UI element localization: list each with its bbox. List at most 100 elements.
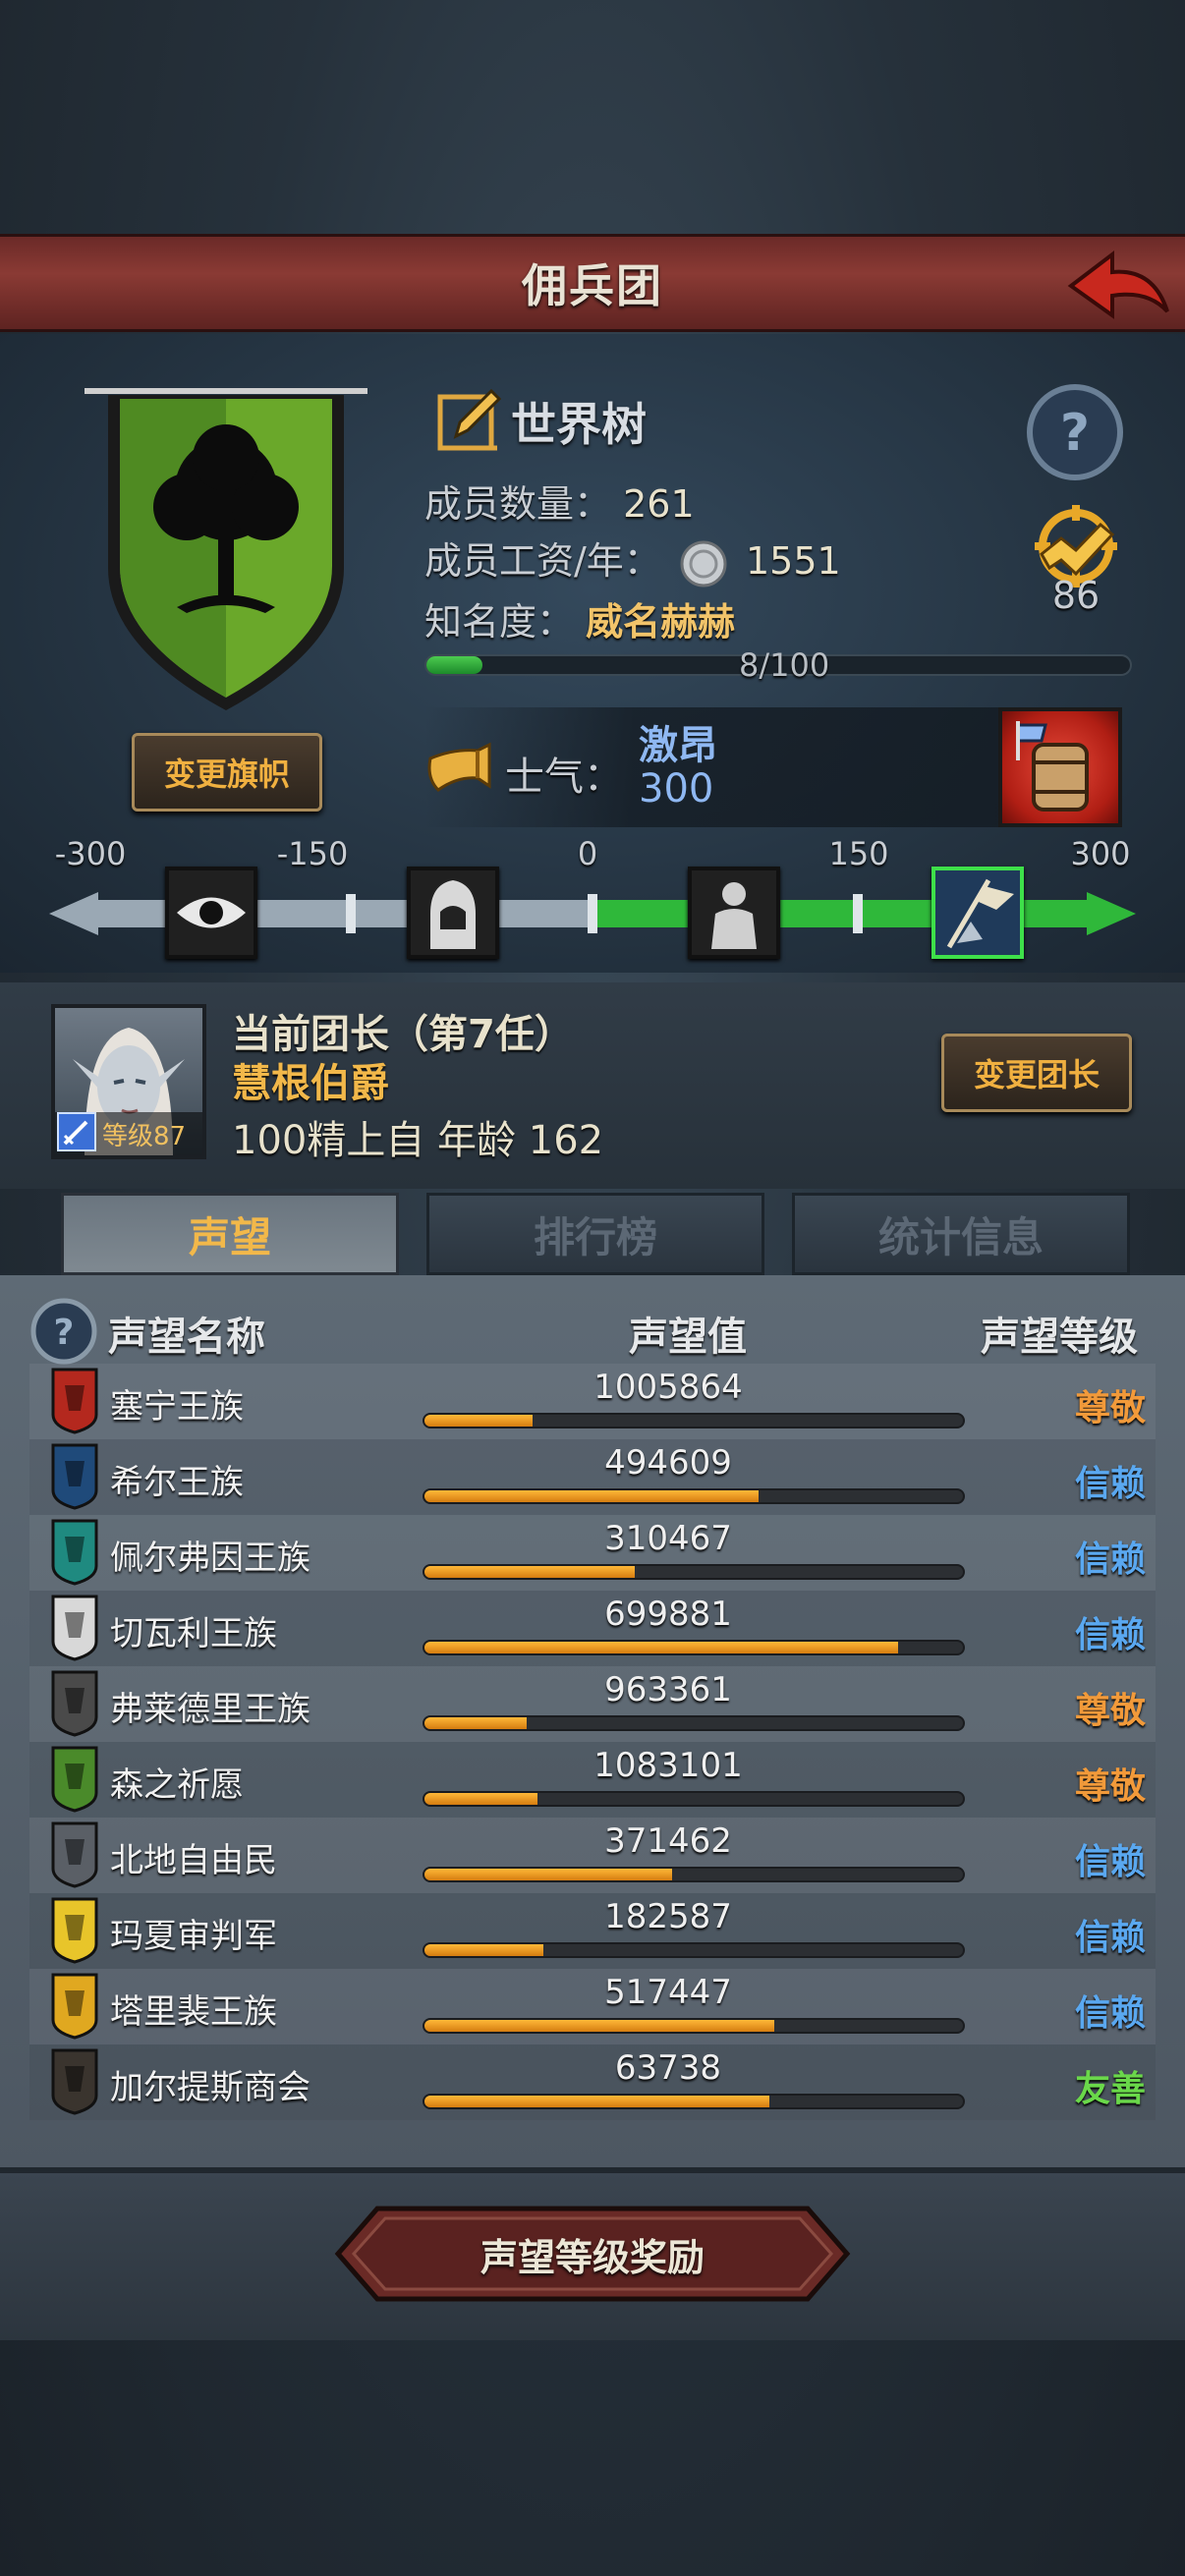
members-row: 成员数量： 261 — [424, 474, 695, 528]
reputation-row[interactable]: 弗莱德里王族 963361 尊敬 — [29, 1666, 1156, 1742]
reputation-row[interactable]: 北地自由民 371462 信赖 — [29, 1818, 1156, 1893]
guild-banner-icon[interactable] — [79, 381, 373, 715]
faction-name: 切瓦利王族 — [110, 1614, 277, 1653]
reputation-row[interactable]: 希尔王族 494609 信赖 — [29, 1439, 1156, 1515]
reputation-reward-button[interactable]: 声望等级奖励 — [334, 2205, 851, 2303]
svg-text:?: ? — [54, 1313, 75, 1353]
change-flag-button[interactable]: 变更旗帜 — [132, 733, 322, 812]
reputation-value: 182587 — [604, 1897, 732, 1936]
reputation-bar-fill — [424, 1717, 528, 1729]
guild-panel: 变更旗帜 世界树 ? 成员数量： 261 成员工资/年： 1551 知名度： 威… — [0, 334, 1185, 973]
morale-label: 士气： — [505, 755, 623, 800]
barrel-icon — [1016, 721, 1089, 812]
faction-name: 希尔王族 — [110, 1463, 244, 1502]
reputation-bar — [423, 1867, 965, 1882]
scale-label-neg150: -150 — [276, 835, 349, 872]
wage-label: 成员工资/年： — [424, 539, 661, 583]
reputation-value: 1005864 — [593, 1368, 743, 1407]
reputation-level: 信赖 — [1074, 1540, 1146, 1580]
reputation-level: 尊敬 — [1074, 1691, 1146, 1731]
reputation-row[interactable]: 塞宁王族 1005864 尊敬 — [29, 1364, 1156, 1439]
wage-row: 成员工资/年： 1551 — [424, 531, 841, 588]
fame-title: 威名赫赫 — [586, 600, 736, 644]
morale-barrel-button[interactable] — [998, 707, 1122, 827]
morale-value: 300 — [639, 766, 714, 812]
reputation-bar-fill — [424, 2020, 775, 2032]
members-value: 261 — [623, 482, 695, 526]
header-level: 声望等级 — [981, 1315, 1138, 1360]
morale-scale: -300 -150 0 150 300 — [49, 835, 1136, 959]
help-icon[interactable]: ? — [1024, 381, 1126, 483]
faction-emblem-icon — [51, 2048, 98, 2115]
scale-label-0: 0 — [577, 835, 598, 872]
charge-flag-icon — [946, 878, 1014, 949]
hooded-figure-icon — [430, 880, 476, 949]
scale-label-neg300: -300 — [54, 835, 127, 872]
reputation-bar — [423, 1715, 965, 1731]
faction-emblem-icon — [51, 1897, 98, 1964]
rename-pen-icon[interactable] — [434, 385, 503, 454]
reputation-help-icon[interactable]: ? — [29, 1297, 98, 1366]
reputation-bar — [423, 1791, 965, 1807]
reputation-bar-fill — [424, 1566, 635, 1578]
reputation-value: 494609 — [604, 1443, 732, 1483]
bottom-zone: 声望等级奖励 — [0, 2173, 1185, 2340]
morale-level-3[interactable] — [688, 867, 780, 959]
morale-state: 激昂 — [639, 723, 717, 768]
reputation-bar-fill — [424, 1415, 533, 1427]
reputation-bar — [423, 1564, 965, 1580]
reputation-value: 371462 — [604, 1821, 732, 1861]
reputation-bar — [423, 1942, 965, 1958]
reputation-bar-fill — [424, 1869, 673, 1880]
reputation-panel: ? 声望名称 声望值 声望等级 塞宁王族 1005864 尊敬 希尔王族 494609 信… — [0, 1275, 1185, 2173]
scale-label-150: 150 — [828, 835, 889, 872]
faction-name: 塞宁王族 — [110, 1387, 244, 1427]
scale-label-300: 300 — [1070, 835, 1131, 872]
back-arrow-icon — [1067, 250, 1169, 319]
leader-name: 慧根伯爵 — [232, 1061, 389, 1106]
leader-portrait[interactable]: 等级87 — [51, 1004, 206, 1159]
tab-leaderboard[interactable]: 排行榜 — [426, 1193, 764, 1275]
reputation-value: 963361 — [604, 1670, 732, 1709]
reputation-row[interactable]: 塔里裴王族 517447 信赖 — [29, 1969, 1156, 2044]
fame-progress-fill — [426, 656, 483, 674]
reputation-level: 信赖 — [1074, 1993, 1146, 2034]
reputation-bar — [423, 1488, 965, 1504]
leader-info: 100精上自 年龄 162 — [232, 1118, 604, 1163]
reputation-row[interactable]: 玛夏审判军 182587 信赖 — [29, 1893, 1156, 1969]
header-value: 声望值 — [629, 1315, 747, 1360]
tab-statistics[interactable]: 统计信息 — [792, 1193, 1130, 1275]
guild-name: 世界树 — [511, 398, 647, 451]
reputation-bar-fill — [424, 1944, 543, 1956]
reputation-row[interactable]: 加尔提斯商会 63738 友善 — [29, 2044, 1156, 2120]
faction-emblem-icon — [51, 1821, 98, 1888]
reputation-level: 信赖 — [1074, 1615, 1146, 1655]
reputation-level: 信赖 — [1074, 1464, 1146, 1504]
fame-row: 知名度： 威名赫赫 — [424, 591, 735, 645]
faction-name: 弗莱德里王族 — [110, 1690, 310, 1729]
faction-emblem-icon — [51, 1443, 98, 1510]
members-label: 成员数量： — [424, 482, 612, 526]
reputation-bar — [423, 2094, 965, 2109]
rank-badge-value: 86 — [1051, 574, 1100, 617]
morale-level-4[interactable] — [931, 867, 1024, 959]
morale-level-2[interactable] — [407, 867, 499, 959]
change-leader-button[interactable]: 变更团长 — [941, 1034, 1132, 1112]
reputation-row[interactable]: 佩尔弗因王族 310467 信赖 — [29, 1515, 1156, 1591]
tab-reputation[interactable]: 声望 — [61, 1193, 399, 1275]
faction-emblem-icon — [51, 1670, 98, 1737]
reputation-bar — [423, 1413, 965, 1428]
faction-name: 玛夏审判军 — [110, 1917, 277, 1956]
reward-button-label: 声望等级奖励 — [480, 2235, 705, 2279]
reputation-row[interactable]: 切瓦利王族 699881 信赖 — [29, 1591, 1156, 1666]
morale-level-1[interactable] — [165, 867, 257, 959]
leader-panel: 等级87 当前团长（第7任） 慧根伯爵 100精上自 年龄 162 变更团长 — [0, 982, 1185, 1189]
faction-emblem-icon — [51, 1746, 98, 1813]
faction-name: 塔里裴王族 — [110, 1992, 277, 2032]
reputation-bar-fill — [424, 1793, 538, 1805]
faction-name: 北地自由民 — [110, 1841, 277, 1880]
back-button[interactable] — [1065, 247, 1173, 325]
reputation-level: 友善 — [1074, 2069, 1146, 2109]
sword-class-icon — [57, 1112, 96, 1151]
reputation-row[interactable]: 森之祈愿 1083101 尊敬 — [29, 1742, 1156, 1818]
